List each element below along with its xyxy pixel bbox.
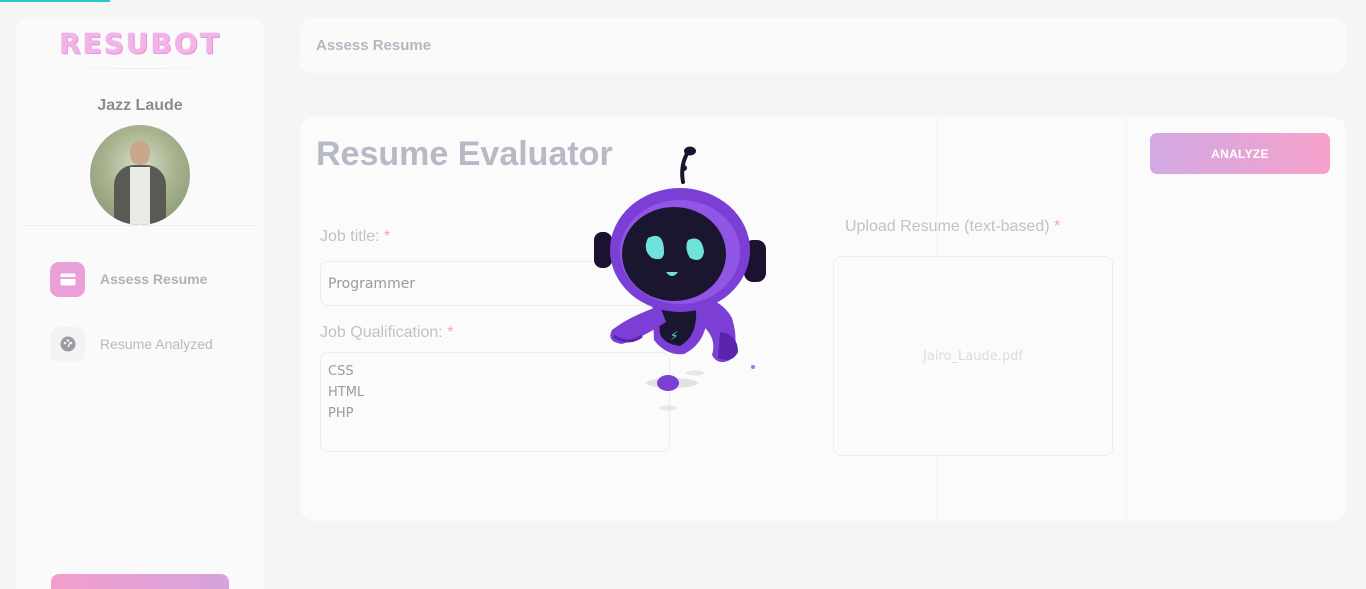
logo-divider — [46, 68, 234, 69]
page-loading-bar — [0, 0, 110, 2]
app-logo[interactable]: RESUBOT — [42, 27, 238, 61]
page-header: Assess Resume — [300, 18, 1346, 73]
avatar[interactable] — [90, 125, 190, 225]
sidebar-divider — [26, 225, 254, 226]
upload-resume-label-text: Upload Resume (text-based) — [845, 218, 1050, 235]
avatar-figure-shirt — [130, 167, 150, 225]
job-qualification-label: Job Qualification: * — [320, 324, 453, 342]
job-title-label-text: Job title: — [320, 228, 380, 245]
analyze-button[interactable]: ANALYZE — [1150, 133, 1330, 174]
sidebar-action-button[interactable] — [51, 574, 229, 589]
gauge-icon — [50, 326, 85, 362]
card-icon — [50, 261, 85, 297]
card-title: Resume Evaluator — [316, 135, 613, 173]
required-mark: * — [384, 228, 391, 245]
svg-text:⚡: ⚡ — [670, 329, 678, 343]
avatar-figure-head — [130, 141, 150, 165]
required-mark: * — [447, 324, 454, 341]
user-name: Jazz Laude — [97, 97, 183, 114]
page-header-title: Assess Resume — [316, 37, 432, 54]
resume-evaluator-card: Resume Evaluator ANALYZE Job title: * Jo… — [300, 117, 1346, 521]
required-mark: * — [1054, 218, 1061, 235]
sidebar-item-label: Assess Resume — [100, 271, 208, 287]
sidebar-item-label: Resume Analyzed — [100, 336, 213, 352]
uploaded-file-name: Jairo_Laude.pdf — [923, 348, 1023, 364]
job-title-label: Job title: * — [320, 228, 390, 246]
sidebar: RESUBOT Jazz Laude Assess Resume Resume … — [16, 17, 264, 589]
sidebar-item-assess-resume[interactable]: Assess Resume — [50, 261, 240, 297]
robot-mascot-icon: ⚡ — [594, 146, 766, 411]
upload-resume-label: Upload Resume (text-based) * — [845, 218, 1060, 236]
resume-upload-dropzone[interactable]: Jairo_Laude.pdf — [833, 256, 1113, 456]
job-qualification-label-text: Job Qualification: — [320, 324, 443, 341]
sidebar-item-resume-analyzed[interactable]: Resume Analyzed — [50, 326, 240, 362]
column-guide — [1126, 117, 1127, 521]
